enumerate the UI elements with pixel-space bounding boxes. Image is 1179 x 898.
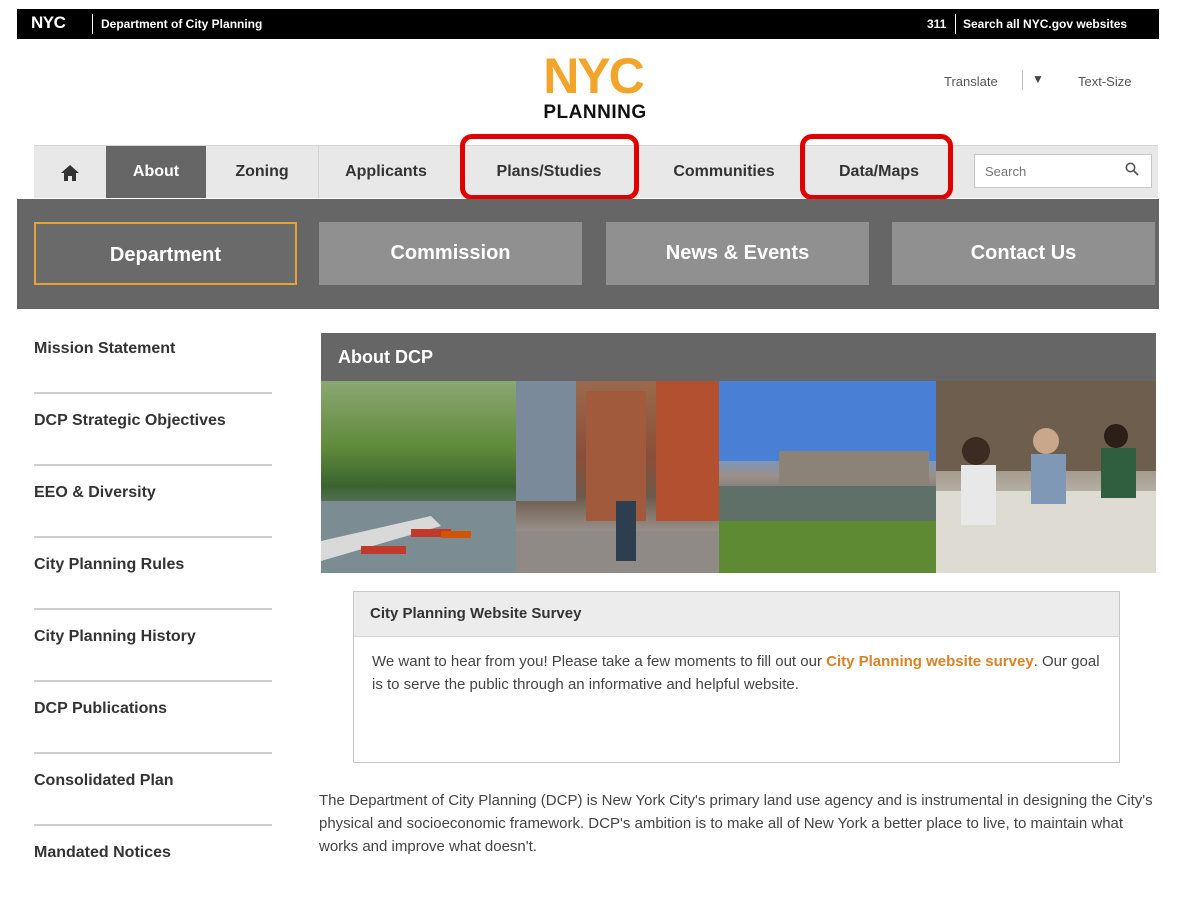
nav-about[interactable]: About xyxy=(106,146,206,198)
nav-applicants[interactable]: Applicants xyxy=(318,146,454,198)
photo-strip xyxy=(321,381,1156,573)
nyc-brand-link[interactable]: NYC xyxy=(31,13,66,33)
sidebar-item-eeo-diversity[interactable]: EEO & Diversity xyxy=(34,466,272,538)
search-box xyxy=(974,154,1152,188)
subnav-department[interactable]: Department xyxy=(34,222,297,285)
subnav-news-events[interactable]: News & Events xyxy=(606,222,869,285)
photo-street xyxy=(516,381,719,573)
survey-text-before: We want to hear from you! Please take a … xyxy=(372,653,827,670)
sidebar-item-publications[interactable]: DCP Publications xyxy=(34,682,272,754)
survey-text: We want to hear from you! Please take a … xyxy=(372,650,1102,696)
department-link[interactable]: Department of City Planning xyxy=(101,17,262,31)
top-utility-bar: NYC Department of City Planning 311 Sear… xyxy=(17,9,1159,39)
divider xyxy=(1022,70,1023,90)
translate-link[interactable]: Translate xyxy=(944,74,998,89)
link-311[interactable]: 311 xyxy=(927,17,946,31)
photo-waterfront xyxy=(719,381,936,573)
sidebar-item-consolidated-plan[interactable]: Consolidated Plan xyxy=(34,754,272,826)
nyc-planning-logo[interactable]: NYC PLANNING xyxy=(530,48,660,127)
sidebar-item-planning-history[interactable]: City Planning History xyxy=(34,610,272,682)
sidebar-item-strategic-objectives[interactable]: DCP Strategic Objectives xyxy=(34,394,272,466)
photo-kayaks xyxy=(321,381,516,573)
survey-title: City Planning Website Survey xyxy=(354,592,1119,637)
text-size-link[interactable]: Text-Size xyxy=(1078,74,1131,89)
highlight-plans-studies xyxy=(460,134,639,200)
sidebar-item-mission-statement[interactable]: Mission Statement xyxy=(34,322,272,394)
survey-box: City Planning Website Survey We want to … xyxy=(353,591,1120,763)
divider xyxy=(92,14,93,34)
search-input[interactable] xyxy=(983,163,1107,180)
search-all-link[interactable]: Search all NYC.gov websites xyxy=(963,17,1127,31)
logo-planning-text: PLANNING xyxy=(543,102,647,123)
subnav-contact-us[interactable]: Contact Us xyxy=(892,222,1155,285)
sidebar-nav: Mission Statement DCP Strategic Objectiv… xyxy=(34,322,272,898)
sidebar-item-planning-rules[interactable]: City Planning Rules xyxy=(34,538,272,610)
nav-communities[interactable]: Communities xyxy=(644,146,804,198)
highlight-data-maps xyxy=(800,134,953,200)
home-icon xyxy=(61,161,79,183)
photo-meeting xyxy=(936,381,1156,573)
nav-zoning[interactable]: Zoning xyxy=(206,146,319,198)
sidebar-item-mandated-notices[interactable]: Mandated Notices xyxy=(34,826,272,898)
divider xyxy=(955,14,956,34)
subnav-commission[interactable]: Commission xyxy=(319,222,582,285)
translate-dropdown-icon[interactable]: ▼ xyxy=(1032,72,1044,86)
logo-nyc-text: NYC xyxy=(543,48,645,104)
survey-link[interactable]: City Planning website survey xyxy=(826,653,1034,670)
magnifier-icon[interactable] xyxy=(1125,162,1139,180)
section-title: About DCP xyxy=(321,333,1156,381)
intro-paragraph: The Department of City Planning (DCP) is… xyxy=(319,792,1153,855)
sub-nav: Department Commission News & Events Cont… xyxy=(17,199,1159,309)
home-button[interactable] xyxy=(34,146,107,198)
